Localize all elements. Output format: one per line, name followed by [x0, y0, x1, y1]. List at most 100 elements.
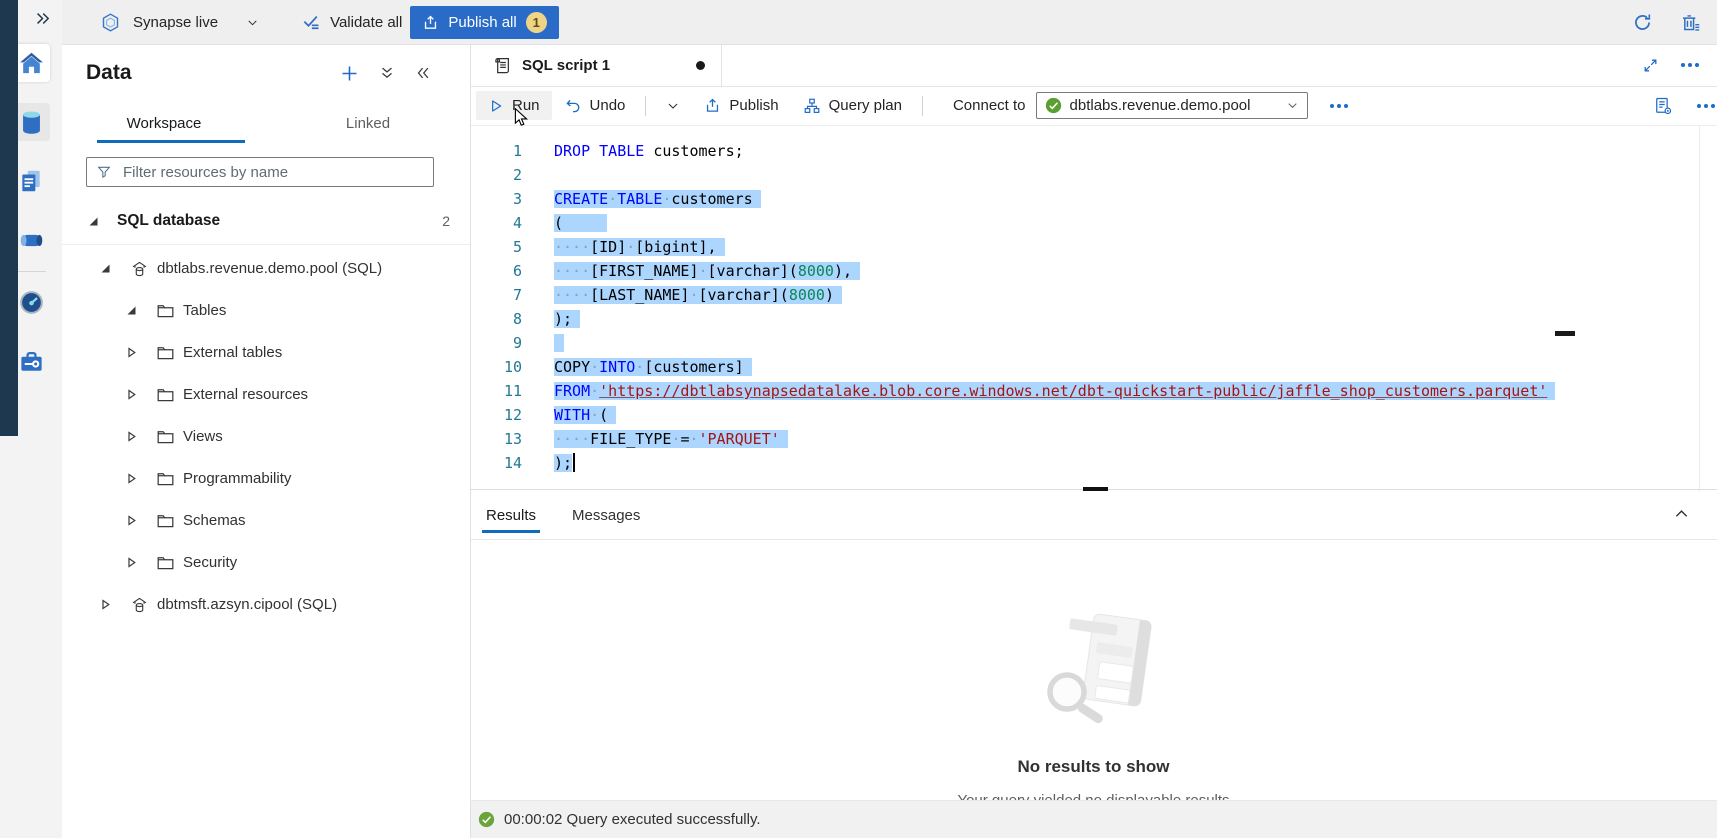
success-check-icon: [478, 811, 495, 828]
line-number: 13: [470, 427, 522, 451]
tab-more-options-icon[interactable]: [1681, 63, 1685, 67]
line-number: 8: [470, 307, 522, 331]
collapse-all-icon[interactable]: [378, 64, 396, 82]
chevron-collapsed-icon[interactable]: [98, 597, 113, 612]
code-line-2[interactable]: 2: [470, 163, 1717, 187]
results-tab-strip: Results Messages: [470, 491, 1717, 540]
sql-code-editor[interactable]: 1DROP TABLE customers;23 CREATE·TABLE·cus…: [470, 126, 1717, 489]
code-line-12[interactable]: 12WITH·(: [470, 403, 1717, 427]
filter-input[interactable]: [121, 163, 424, 182]
query-plan-button[interactable]: Query plan: [791, 91, 914, 121]
publish-all-button[interactable]: Publish all 1: [410, 6, 558, 39]
code-line-1[interactable]: 1DROP TABLE customers;: [470, 139, 1717, 163]
tree-item-label: External resources: [183, 386, 308, 403]
chevron-collapsed-icon[interactable]: [124, 471, 139, 486]
line-number: 9: [470, 331, 522, 355]
line-number: 3: [470, 187, 522, 211]
tree-item-tables[interactable]: Tables: [62, 289, 470, 331]
code-line-text: CREATE·TABLE·customers: [554, 187, 761, 211]
code-line-9[interactable]: 9: [470, 331, 1717, 355]
undo-button[interactable]: Undo: [552, 91, 638, 121]
chevron-collapsed-icon[interactable]: [124, 387, 139, 402]
tree-item-security[interactable]: Security: [62, 541, 470, 583]
tree-item-external-tables[interactable]: External tables: [62, 331, 470, 373]
line-number: 2: [470, 163, 522, 187]
validate-all-label: Validate all: [330, 14, 402, 31]
sql-pool-icon: [129, 258, 149, 278]
toolbar-more-options-icon[interactable]: [1330, 104, 1334, 108]
undo-icon: [564, 97, 582, 115]
code-line-8[interactable]: 8);: [470, 307, 1717, 331]
tree-item-external-resources[interactable]: External resources: [62, 373, 470, 415]
line-number: 7: [470, 283, 522, 307]
funnel-icon: [96, 164, 112, 180]
chevron-expanded-icon[interactable]: [86, 214, 101, 229]
publish-all-label: Publish all: [448, 14, 516, 31]
chevron-collapsed-icon[interactable]: [124, 345, 139, 360]
mode-selector[interactable]: Synapse live: [100, 12, 259, 33]
code-line-7[interactable]: 7····[LAST_NAME]·[varchar](8000): [470, 283, 1717, 307]
line-number: 1: [470, 139, 522, 163]
tab-results[interactable]: Results: [482, 491, 540, 539]
line-number: 5: [470, 235, 522, 259]
add-resource-icon[interactable]: [339, 63, 360, 84]
collapse-panel-icon[interactable]: [414, 64, 432, 82]
data-panel: Data Workspace Linked SQL da: [62, 44, 471, 838]
tree-item-sql-database[interactable]: SQL database2: [62, 198, 470, 245]
tab-linked[interactable]: Linked: [266, 102, 470, 144]
publish-label: Publish: [729, 97, 778, 114]
folder-icon: [155, 342, 175, 362]
toolbar-divider: [922, 96, 923, 116]
connect-to-label: Connect to: [953, 97, 1026, 114]
synapse-hexagon-icon: [100, 12, 121, 33]
tab-messages[interactable]: Messages: [568, 491, 644, 539]
code-line-10[interactable]: 10COPY·INTO·[customers]: [470, 355, 1717, 379]
run-options-chevron[interactable]: [654, 93, 692, 119]
code-line-5[interactable]: 5 ····[ID]·[bigint],: [470, 235, 1717, 259]
tab-sql-script-1[interactable]: SQL script 1: [476, 44, 722, 86]
refresh-icon[interactable]: [1632, 12, 1653, 33]
tree-item-dbtlabs-revenue-demo-pool-sql[interactable]: dbtlabs.revenue.demo.pool (SQL): [62, 247, 470, 289]
code-line-text: [554, 331, 564, 355]
code-line-14[interactable]: 14);: [470, 451, 1717, 475]
expand-rail-icon[interactable]: [34, 10, 51, 27]
tree-item-views[interactable]: Views: [62, 415, 470, 457]
chevron-expanded-icon[interactable]: [124, 303, 139, 318]
code-line-text: ····[ID]·[bigint],: [554, 235, 725, 259]
tab-workspace[interactable]: Workspace: [62, 102, 266, 144]
editor-more-options-icon[interactable]: [1697, 104, 1701, 108]
connect-to-dropdown[interactable]: dbtlabs.revenue.demo.pool: [1036, 92, 1308, 119]
code-line-3[interactable]: 3 CREATE·TABLE·customers: [470, 187, 1717, 211]
properties-icon[interactable]: [1653, 96, 1673, 116]
code-line-6[interactable]: 6····[FIRST_NAME]·[varchar](8000),: [470, 259, 1717, 283]
chevron-collapsed-icon[interactable]: [124, 555, 139, 570]
status-message: 00:00:02 Query executed successfully.: [504, 811, 761, 828]
expand-editor-icon[interactable]: [1642, 57, 1659, 74]
top-command-bar: Synapse live Validate all Publish all 1: [0, 0, 1717, 45]
run-button[interactable]: Run: [476, 91, 552, 120]
chevron-collapsed-icon[interactable]: [124, 429, 139, 444]
tree-item-label: SQL database: [117, 212, 220, 230]
tree-item-label: External tables: [183, 344, 282, 361]
tree-item-dbtmsft-azsyn-cipool-sql[interactable]: dbtmsft.azsyn.cipool (SQL): [62, 583, 470, 625]
panel-title: Data: [86, 61, 132, 85]
script-toolbar: Run Undo Publish: [470, 86, 1717, 126]
validate-all-button[interactable]: Validate all: [301, 12, 402, 32]
discard-all-icon[interactable]: [1680, 12, 1701, 33]
mode-chevron-down-icon[interactable]: [246, 16, 259, 29]
chevron-expanded-icon[interactable]: [98, 261, 113, 276]
dropdown-chevron-icon: [1286, 99, 1299, 112]
tree-item-programmability[interactable]: Programmability: [62, 457, 470, 499]
tree-item-label: dbtmsft.azsyn.cipool (SQL): [157, 596, 337, 613]
line-number: 11: [470, 379, 522, 403]
publish-button[interactable]: Publish: [692, 91, 790, 120]
line-number: 10: [470, 355, 522, 379]
collapse-results-chevron-icon[interactable]: [1672, 504, 1691, 523]
code-line-11[interactable]: 11FROM·'https://dbtlabsynapsedatalake.bl…: [470, 379, 1717, 403]
chevron-collapsed-icon[interactable]: [124, 513, 139, 528]
toolbar-divider: [645, 96, 646, 116]
code-line-4[interactable]: 4(: [470, 211, 1717, 235]
code-line-13[interactable]: 13····FILE_TYPE·=·'PARQUET': [470, 427, 1717, 451]
empty-results-title: No results to show: [470, 757, 1717, 777]
tree-item-schemas[interactable]: Schemas: [62, 499, 470, 541]
